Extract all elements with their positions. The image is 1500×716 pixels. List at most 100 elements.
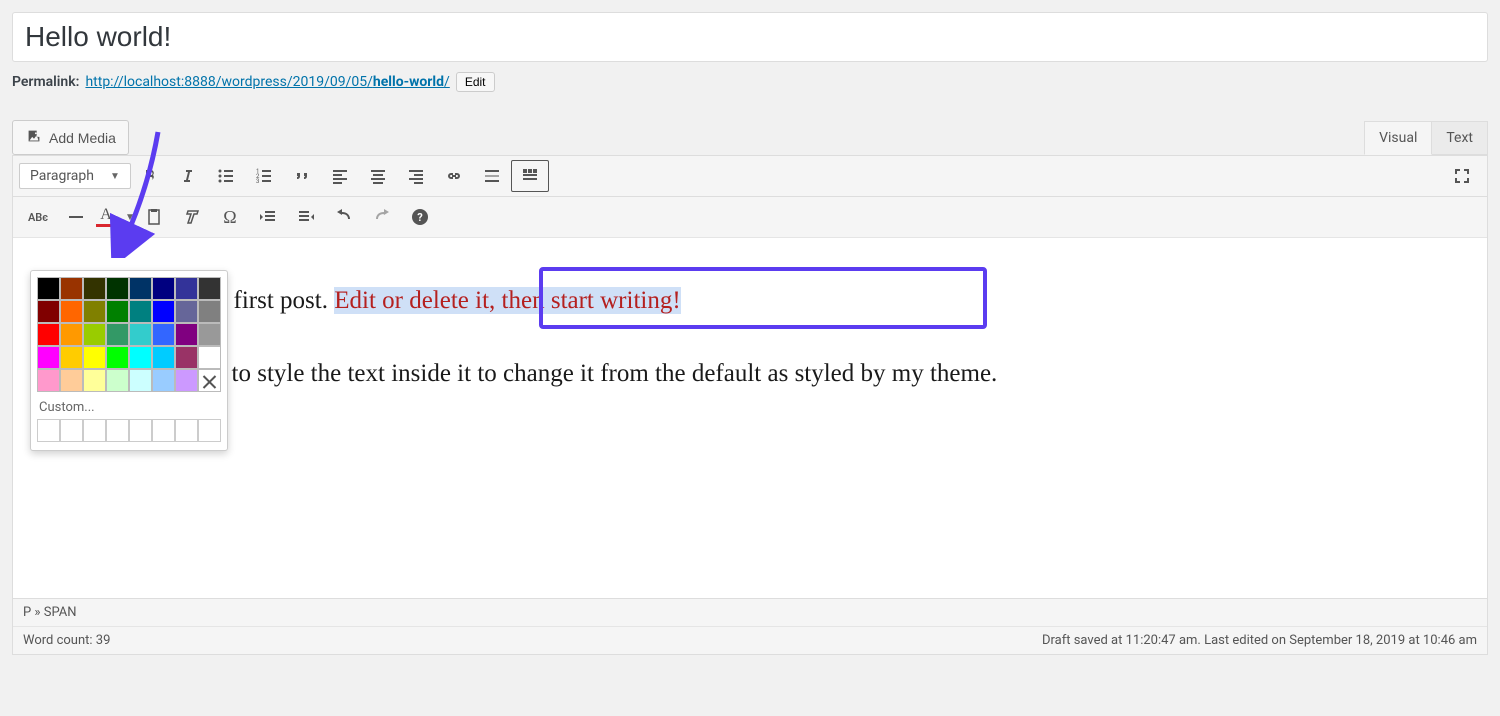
special-character-button[interactable]: Ω	[211, 201, 249, 233]
color-swatch[interactable]	[152, 346, 175, 369]
color-swatch[interactable]	[83, 323, 106, 346]
toolbar-row-2: ABє A ▼ Ω ?	[13, 197, 1487, 238]
color-swatch[interactable]	[106, 346, 129, 369]
color-swatch[interactable]	[106, 277, 129, 300]
color-swatch[interactable]	[60, 300, 83, 323]
color-swatch[interactable]	[129, 277, 152, 300]
toolbar-toggle-button[interactable]	[511, 160, 549, 192]
custom-slot[interactable]	[106, 419, 129, 442]
custom-color-button[interactable]: Custom...	[39, 400, 221, 415]
italic-button[interactable]	[169, 160, 207, 192]
toolbar-row-1: Paragraph ▼ 123	[13, 156, 1487, 197]
color-swatch[interactable]	[175, 369, 198, 392]
color-swatch[interactable]	[129, 323, 152, 346]
numbered-list-button[interactable]: 123	[245, 160, 283, 192]
read-more-button[interactable]	[473, 160, 511, 192]
color-swatch[interactable]	[106, 300, 129, 323]
paragraph-2[interactable]: n block. I'm going to style the text ins…	[43, 355, 1457, 394]
align-left-button[interactable]	[321, 160, 359, 192]
status-bar: P » SPAN Word count: 39 Draft saved at 1…	[12, 599, 1488, 655]
custom-slot[interactable]	[60, 419, 83, 442]
text-color-icon: A	[95, 207, 117, 227]
editor-content[interactable]: Press. This is your first post. Edit or …	[13, 238, 1487, 598]
color-swatch[interactable]	[175, 323, 198, 346]
color-swatch[interactable]	[106, 369, 129, 392]
permalink-row: Permalink: http://localhost:8888/wordpre…	[12, 72, 1488, 92]
paste-text-button[interactable]	[135, 201, 173, 233]
help-button[interactable]: ?	[401, 201, 439, 233]
custom-color-slots	[37, 419, 221, 442]
color-swatch[interactable]	[83, 300, 106, 323]
tab-text[interactable]: Text	[1432, 121, 1488, 155]
tab-visual[interactable]: Visual	[1364, 121, 1432, 155]
color-swatch[interactable]	[60, 346, 83, 369]
color-swatch[interactable]	[198, 277, 221, 300]
svg-text:3: 3	[256, 178, 259, 185]
color-swatch[interactable]	[60, 323, 83, 346]
chevron-down-icon: ▼	[110, 171, 120, 182]
undo-button[interactable]	[325, 201, 363, 233]
color-swatch[interactable]	[198, 300, 221, 323]
color-swatch[interactable]	[152, 277, 175, 300]
blockquote-button[interactable]	[283, 160, 321, 192]
text-color-button[interactable]: A ▼	[95, 207, 135, 227]
color-swatch[interactable]	[129, 300, 152, 323]
align-right-button[interactable]	[397, 160, 435, 192]
add-media-button[interactable]: Add Media	[12, 120, 129, 155]
svg-text:?: ?	[417, 211, 423, 224]
align-center-button[interactable]	[359, 160, 397, 192]
editor-tabs: Visual Text	[1364, 121, 1488, 155]
element-path[interactable]: P » SPAN	[13, 599, 1487, 627]
color-swatch[interactable]	[106, 323, 129, 346]
custom-slot[interactable]	[152, 419, 175, 442]
selected-text: Edit or delete it, then start writing!	[334, 287, 680, 314]
bullet-list-button[interactable]	[207, 160, 245, 192]
no-color-swatch[interactable]	[198, 369, 221, 392]
format-select[interactable]: Paragraph ▼	[19, 163, 131, 189]
post-title-input[interactable]	[12, 12, 1488, 62]
color-swatch[interactable]	[60, 369, 83, 392]
word-count: Word count: 39	[23, 633, 110, 648]
custom-slot[interactable]	[198, 419, 221, 442]
color-swatch[interactable]	[83, 277, 106, 300]
editor: Paragraph ▼ 123 ABє A ▼ Ω ?	[12, 155, 1488, 599]
strikethrough-button[interactable]: ABє	[19, 201, 57, 233]
redo-button[interactable]	[363, 201, 401, 233]
color-picker-popup: Custom...	[30, 270, 228, 451]
color-swatch[interactable]	[175, 300, 198, 323]
chevron-down-icon[interactable]: ▼	[125, 212, 135, 223]
color-swatch[interactable]	[198, 323, 221, 346]
custom-slot[interactable]	[175, 419, 198, 442]
color-swatch[interactable]	[37, 277, 60, 300]
custom-slot[interactable]	[129, 419, 152, 442]
color-swatch[interactable]	[129, 346, 152, 369]
indent-button[interactable]	[287, 201, 325, 233]
custom-slot[interactable]	[37, 419, 60, 442]
color-swatch[interactable]	[175, 346, 198, 369]
fullscreen-button[interactable]	[1443, 160, 1481, 192]
color-swatch[interactable]	[83, 369, 106, 392]
horizontal-rule-button[interactable]	[57, 201, 95, 233]
outdent-button[interactable]	[249, 201, 287, 233]
color-swatch[interactable]	[37, 346, 60, 369]
color-swatch[interactable]	[152, 300, 175, 323]
color-swatch[interactable]	[129, 369, 152, 392]
color-swatch[interactable]	[37, 300, 60, 323]
bold-button[interactable]	[131, 160, 169, 192]
color-swatch[interactable]	[152, 369, 175, 392]
permalink-label: Permalink:	[12, 74, 79, 90]
link-button[interactable]	[435, 160, 473, 192]
color-swatch[interactable]	[175, 277, 198, 300]
paragraph-1[interactable]: Press. This is your first post. Edit or …	[43, 282, 1457, 321]
color-swatch[interactable]	[60, 277, 83, 300]
color-swatch[interactable]	[198, 346, 221, 369]
swatch-grid	[37, 277, 221, 392]
clear-formatting-button[interactable]	[173, 201, 211, 233]
color-swatch[interactable]	[152, 323, 175, 346]
permalink-link[interactable]: http://localhost:8888/wordpress/2019/09/…	[85, 74, 449, 90]
custom-slot[interactable]	[83, 419, 106, 442]
edit-permalink-button[interactable]: Edit	[456, 72, 495, 92]
color-swatch[interactable]	[37, 323, 60, 346]
color-swatch[interactable]	[37, 369, 60, 392]
color-swatch[interactable]	[83, 346, 106, 369]
